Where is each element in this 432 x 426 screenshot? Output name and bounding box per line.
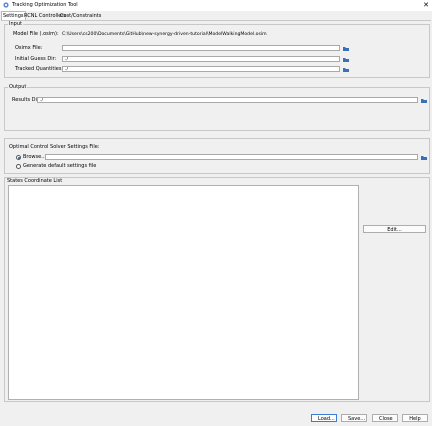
help-button[interactable]: Help bbox=[402, 414, 428, 422]
osimx-field[interactable] bbox=[62, 45, 340, 51]
load-button[interactable]: Load... bbox=[311, 414, 337, 422]
browse-radio[interactable] bbox=[16, 155, 21, 160]
browse-radio-label: Browse... bbox=[23, 154, 46, 160]
states-coordinate-group: States Coordinate List Edit... bbox=[4, 177, 430, 402]
settings-panel: Input Model File (.osim): C:\Users\cs200… bbox=[1, 20, 431, 405]
solver-settings-title: Optimal Control Solver Settings File: bbox=[9, 144, 100, 150]
input-group-title: Input bbox=[8, 21, 23, 27]
generate-default-radio[interactable] bbox=[16, 164, 21, 169]
save-button[interactable]: Save... bbox=[341, 414, 367, 422]
close-icon[interactable]: ✕ bbox=[423, 1, 429, 9]
output-group-title: Output bbox=[8, 84, 28, 90]
states-list-title: States Coordinate List bbox=[7, 178, 63, 184]
initial-guess-label: Initial Guess Dir: bbox=[15, 56, 57, 62]
window-title: Tracking Optimization Tool bbox=[12, 2, 78, 8]
initial-guess-field[interactable]: ./ bbox=[62, 56, 340, 62]
close-button[interactable]: Close bbox=[372, 414, 398, 422]
results-dir-field[interactable]: ./ bbox=[37, 97, 418, 103]
output-group: Output Results Dir: ./ bbox=[4, 84, 430, 131]
tracked-quantities-field[interactable]: ./ bbox=[62, 66, 340, 72]
folder-icon[interactable] bbox=[343, 67, 349, 72]
input-group: Input Model File (.osim): C:\Users\cs200… bbox=[4, 21, 430, 78]
title-bar: Tracking Optimization Tool ✕ bbox=[0, 0, 432, 11]
generate-default-label: Generate default settings file bbox=[23, 163, 97, 169]
solver-settings-group: Optimal Control Solver Settings File: Br… bbox=[4, 138, 430, 174]
tab-cost-constraints[interactable]: Cost/Constraints bbox=[59, 12, 102, 20]
app-icon bbox=[3, 2, 9, 8]
edit-button[interactable]: Edit... bbox=[363, 225, 426, 233]
states-coordinate-list[interactable] bbox=[8, 185, 359, 400]
folder-icon[interactable] bbox=[421, 98, 427, 103]
folder-icon[interactable] bbox=[421, 155, 427, 160]
model-file-value: C:\Users\cs200\Documents\GitHub\new-syne… bbox=[62, 32, 267, 37]
folder-icon[interactable] bbox=[343, 46, 349, 51]
solver-settings-file-field[interactable] bbox=[45, 154, 418, 160]
osimx-label: Osimx File: bbox=[15, 45, 43, 51]
model-file-label: Model File (.osim): bbox=[13, 31, 59, 37]
folder-icon[interactable] bbox=[343, 57, 349, 62]
tab-strip: Settings RCNL Controllers Cost/Constrain… bbox=[0, 11, 432, 21]
